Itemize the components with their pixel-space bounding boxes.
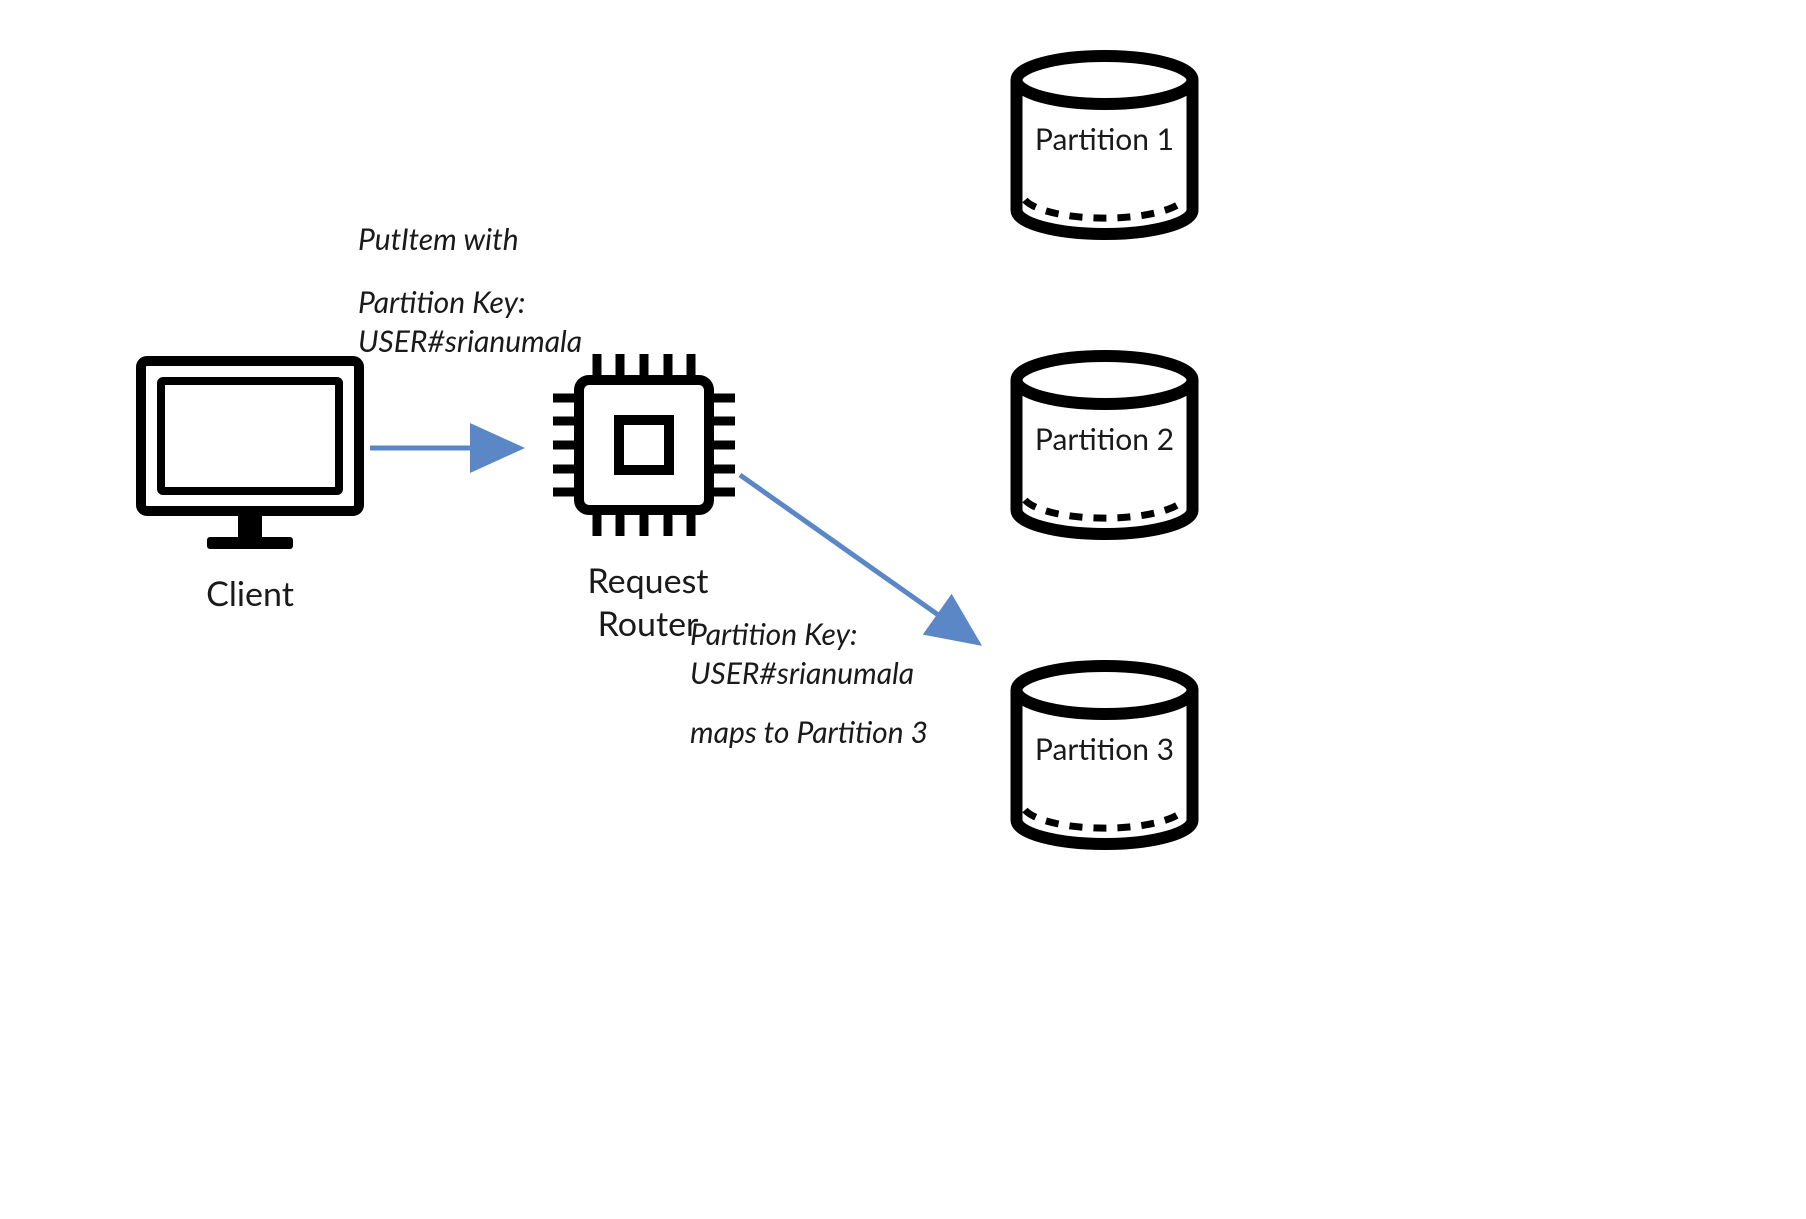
diagram-canvas: Client <box>0 0 1806 1219</box>
annotation-route: Partition Key: USER#srianumala maps to P… <box>690 615 990 752</box>
annotation-route-line2: USER#srianumala <box>690 654 990 693</box>
annotation-putitem-line1: PutItem with <box>358 220 678 259</box>
annotation-route-line3: maps to Partition 3 <box>690 713 990 752</box>
annotation-putitem: PutItem with Partition Key: USER#srianum… <box>358 220 678 361</box>
arrows-layer <box>0 0 1806 1219</box>
annotation-putitem-line2: Partition Key: <box>358 283 678 322</box>
annotation-route-line1: Partition Key: <box>690 615 990 654</box>
annotation-putitem-line3: USER#srianumala <box>358 322 678 361</box>
